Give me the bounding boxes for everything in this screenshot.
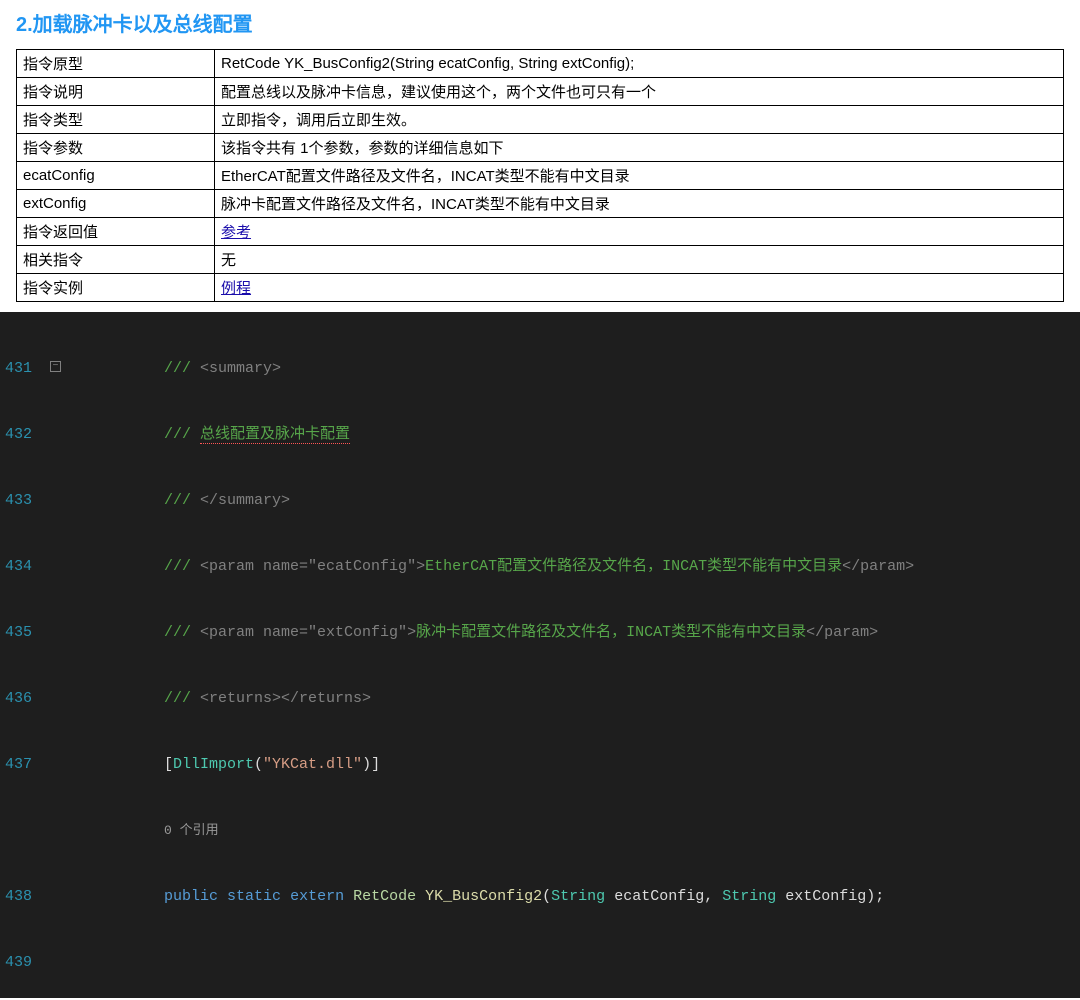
table-row: 指令返回值参考 xyxy=(17,218,1064,246)
table-val-cell: EtherCAT配置文件路径及文件名，INCAT类型不能有中文目录 xyxy=(215,162,1064,190)
code-line: /// <param name="ecatConfig">EtherCAT配置文… xyxy=(76,556,1080,578)
table-link[interactable]: 例程 xyxy=(221,280,251,297)
table-row: 指令类型立即指令，调用后立即生效。 xyxy=(17,106,1064,134)
table-key-cell: 相关指令 xyxy=(17,246,215,274)
table-val-cell: 无 xyxy=(215,246,1064,274)
fold-minus-icon[interactable]: − xyxy=(50,361,61,372)
line-number: 435 xyxy=(0,622,36,644)
table-val-cell: 参考 xyxy=(215,218,1064,246)
table-row: 指令参数该指令共有 1个参数，参数的详细信息如下 xyxy=(17,134,1064,162)
api-table: 指令原型RetCode YK_BusConfig2(String ecatCon… xyxy=(16,49,1064,302)
section-heading: 2.加载脉冲卡以及总线配置 xyxy=(0,0,1080,49)
table-val-cell: 脉冲卡配置文件路径及文件名，INCAT类型不能有中文目录 xyxy=(215,190,1064,218)
code-lens-references[interactable]: 0 个引用 xyxy=(76,820,1080,842)
api-table-wrap: 指令原型RetCode YK_BusConfig2(String ecatCon… xyxy=(0,49,1080,312)
code-line: public static extern RetCode YK_BusConfi… xyxy=(76,886,1080,908)
table-val-cell: 例程 xyxy=(215,274,1064,302)
table-key-cell: 指令类型 xyxy=(17,106,215,134)
line-number: 433 xyxy=(0,490,36,512)
line-number: 437 xyxy=(0,754,36,776)
table-key-cell: 指令实例 xyxy=(17,274,215,302)
code-line: /// <summary> xyxy=(76,358,1080,380)
table-key-cell: 指令原型 xyxy=(17,50,215,78)
table-val-cell: RetCode YK_BusConfig2(String ecatConfig,… xyxy=(215,50,1064,78)
table-row: 指令原型RetCode YK_BusConfig2(String ecatCon… xyxy=(17,50,1064,78)
code-editor: 431 − /// <summary> 432 /// 总线配置及脉冲卡配置 4… xyxy=(0,312,1080,998)
table-key-cell: 指令参数 xyxy=(17,134,215,162)
code-line: /// 总线配置及脉冲卡配置 xyxy=(76,424,1080,446)
line-number: 436 xyxy=(0,688,36,710)
line-number: 431 xyxy=(0,358,36,380)
line-number: 432 xyxy=(0,424,36,446)
table-row: 指令实例例程 xyxy=(17,274,1064,302)
table-key-cell: 指令说明 xyxy=(17,78,215,106)
table-val-cell: 配置总线以及脉冲卡信息，建议使用这个，两个文件也可只有一个 xyxy=(215,78,1064,106)
code-line: [DllImport("YKCat.dll")] xyxy=(76,754,1080,776)
table-key-cell: 指令返回值 xyxy=(17,218,215,246)
table-val-cell: 立即指令，调用后立即生效。 xyxy=(215,106,1064,134)
code-line: /// </summary> xyxy=(76,490,1080,512)
table-val-cell: 该指令共有 1个参数，参数的详细信息如下 xyxy=(215,134,1064,162)
table-row: ecatConfigEtherCAT配置文件路径及文件名，INCAT类型不能有中… xyxy=(17,162,1064,190)
line-number: 439 xyxy=(0,952,36,974)
line-number: 438 xyxy=(0,886,36,908)
table-row: extConfig脉冲卡配置文件路径及文件名，INCAT类型不能有中文目录 xyxy=(17,190,1064,218)
code-line: /// <returns></returns> xyxy=(76,688,1080,710)
line-number: 434 xyxy=(0,556,36,578)
table-row: 相关指令无 xyxy=(17,246,1064,274)
code-line: /// <param name="extConfig">脉冲卡配置文件路径及文件… xyxy=(76,622,1080,644)
table-link[interactable]: 参考 xyxy=(221,224,251,241)
table-row: 指令说明配置总线以及脉冲卡信息，建议使用这个，两个文件也可只有一个 xyxy=(17,78,1064,106)
table-key-cell: ecatConfig xyxy=(17,162,215,190)
table-key-cell: extConfig xyxy=(17,190,215,218)
